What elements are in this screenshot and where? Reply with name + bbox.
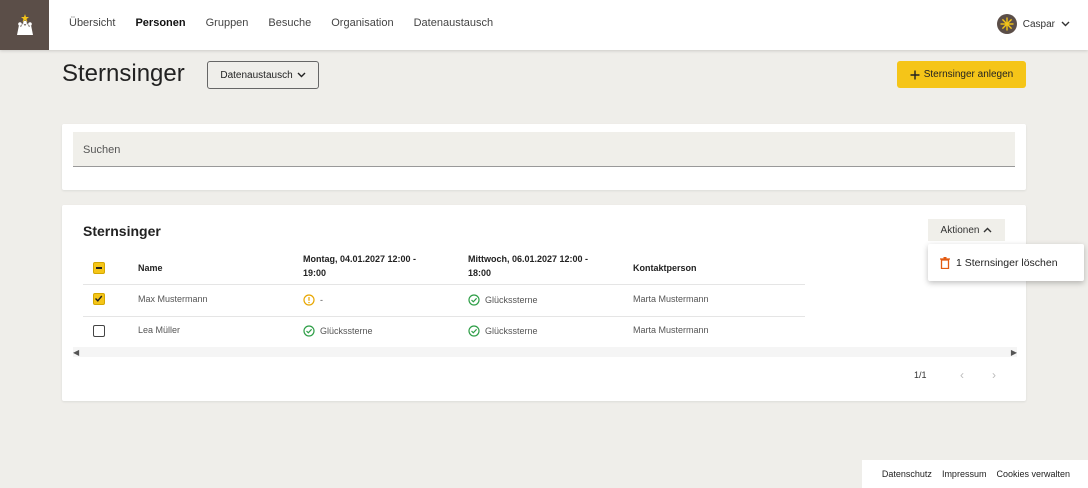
row-checkbox[interactable] xyxy=(93,325,105,337)
cell-date1: - xyxy=(303,294,323,306)
cell-date1: Glückssterne xyxy=(303,325,373,337)
footer-link-cookies[interactable]: Cookies verwalten xyxy=(996,469,1070,479)
row-divider xyxy=(83,316,805,317)
search-card: Suchen xyxy=(62,124,1026,190)
cell-date1-text: - xyxy=(320,295,323,305)
scroll-left-icon[interactable]: ◀ xyxy=(73,348,79,357)
nav-item-datenaustausch[interactable]: Datenaustausch xyxy=(414,17,494,29)
pagination-label: 1/1 xyxy=(914,370,927,380)
check-circle-icon xyxy=(468,294,480,306)
horizontal-scrollbar[interactable]: ◀ ▶ xyxy=(73,347,1017,357)
cell-date2-text: Glückssterne xyxy=(485,326,538,336)
main-nav: Übersicht Personen Gruppen Besuche Organ… xyxy=(69,17,513,29)
column-header-date2[interactable]: Mittwoch, 06.01.2027 12:00 - 18:00 xyxy=(468,252,588,280)
footer-link-imprint[interactable]: Impressum xyxy=(942,469,987,479)
checkmark-icon xyxy=(95,295,103,302)
nav-item-personen[interactable]: Personen xyxy=(135,17,185,29)
add-button-label: Sternsinger anlegen xyxy=(923,69,1014,80)
next-page-icon[interactable]: › xyxy=(992,368,996,382)
cell-contact: Marta Mustermann xyxy=(633,325,709,335)
column-header-date2-line1: Mittwoch, 06.01.2027 12:00 - xyxy=(468,254,589,264)
row-checkbox[interactable] xyxy=(93,293,105,305)
chevron-up-icon xyxy=(983,227,992,233)
scroll-right-icon[interactable]: ▶ xyxy=(1011,348,1017,357)
column-header-name[interactable]: Name xyxy=(138,261,163,275)
user-name: Caspar xyxy=(1022,18,1055,30)
star-icon xyxy=(1000,17,1014,31)
cell-date2: Glückssterne xyxy=(468,294,538,306)
nav-item-besuche[interactable]: Besuche xyxy=(268,17,311,29)
plus-icon xyxy=(910,70,920,79)
nav-item-uebersicht[interactable]: Übersicht xyxy=(69,17,115,29)
sternsinger-logo-icon xyxy=(16,14,33,35)
warning-circle-icon xyxy=(303,294,315,306)
menu-item-label: 1 Sternsinger löschen xyxy=(956,256,1058,269)
page-title: Sternsinger xyxy=(62,60,185,87)
chevron-down-icon xyxy=(297,72,306,78)
cell-date2: Glückssterne xyxy=(468,325,538,337)
table-card: Sternsinger Aktionen 1 Sternsinger lösch… xyxy=(62,205,1084,401)
footer-link-privacy[interactable]: Datenschutz xyxy=(882,469,932,479)
cell-name: Lea Müller xyxy=(138,325,181,335)
column-header-date2-line2: 18:00 xyxy=(468,268,492,278)
cell-contact: Marta Mustermann xyxy=(633,294,709,304)
cell-name: Max Mustermann xyxy=(138,294,208,304)
select-all-checkbox[interactable] xyxy=(93,262,105,274)
dropdown-label: Datenaustausch xyxy=(220,69,293,81)
trash-icon xyxy=(940,256,950,269)
column-header-date1-line2: 19:00 xyxy=(303,268,327,278)
row-divider xyxy=(83,284,805,285)
cell-date1-text: Glückssterne xyxy=(320,326,373,336)
avatar xyxy=(996,14,1017,34)
nav-item-organisation[interactable]: Organisation xyxy=(331,17,393,29)
actions-label: Aktionen xyxy=(940,224,980,236)
previous-page-icon[interactable]: ‹ xyxy=(960,368,964,382)
add-sternsinger-button[interactable]: Sternsinger anlegen xyxy=(897,61,1026,88)
cell-date2-text: Glückssterne xyxy=(485,295,538,305)
datenaustausch-dropdown-button[interactable]: Datenaustausch xyxy=(207,61,319,89)
actions-menu-delete-item[interactable]: 1 Sternsinger löschen xyxy=(928,244,1084,281)
check-circle-icon xyxy=(468,325,480,337)
column-header-date1-line1: Montag, 04.01.2027 12:00 - xyxy=(303,254,417,264)
chevron-down-icon xyxy=(1061,21,1070,27)
check-circle-icon xyxy=(303,325,315,337)
user-menu[interactable]: Caspar xyxy=(996,14,1070,34)
column-header-contact[interactable]: Kontaktperson xyxy=(633,261,697,275)
actions-button[interactable]: Aktionen xyxy=(928,219,1005,241)
nav-item-gruppen[interactable]: Gruppen xyxy=(206,17,249,29)
table-title: Sternsinger xyxy=(83,223,161,239)
search-input[interactable]: Suchen xyxy=(73,132,1015,167)
top-navigation-bar: Übersicht Personen Gruppen Besuche Organ… xyxy=(0,0,1088,50)
column-header-date1[interactable]: Montag, 04.01.2027 12:00 - 19:00 xyxy=(303,252,416,280)
logo[interactable] xyxy=(0,0,49,50)
footer: Datenschutz Impressum Cookies verwalten xyxy=(862,460,1088,488)
